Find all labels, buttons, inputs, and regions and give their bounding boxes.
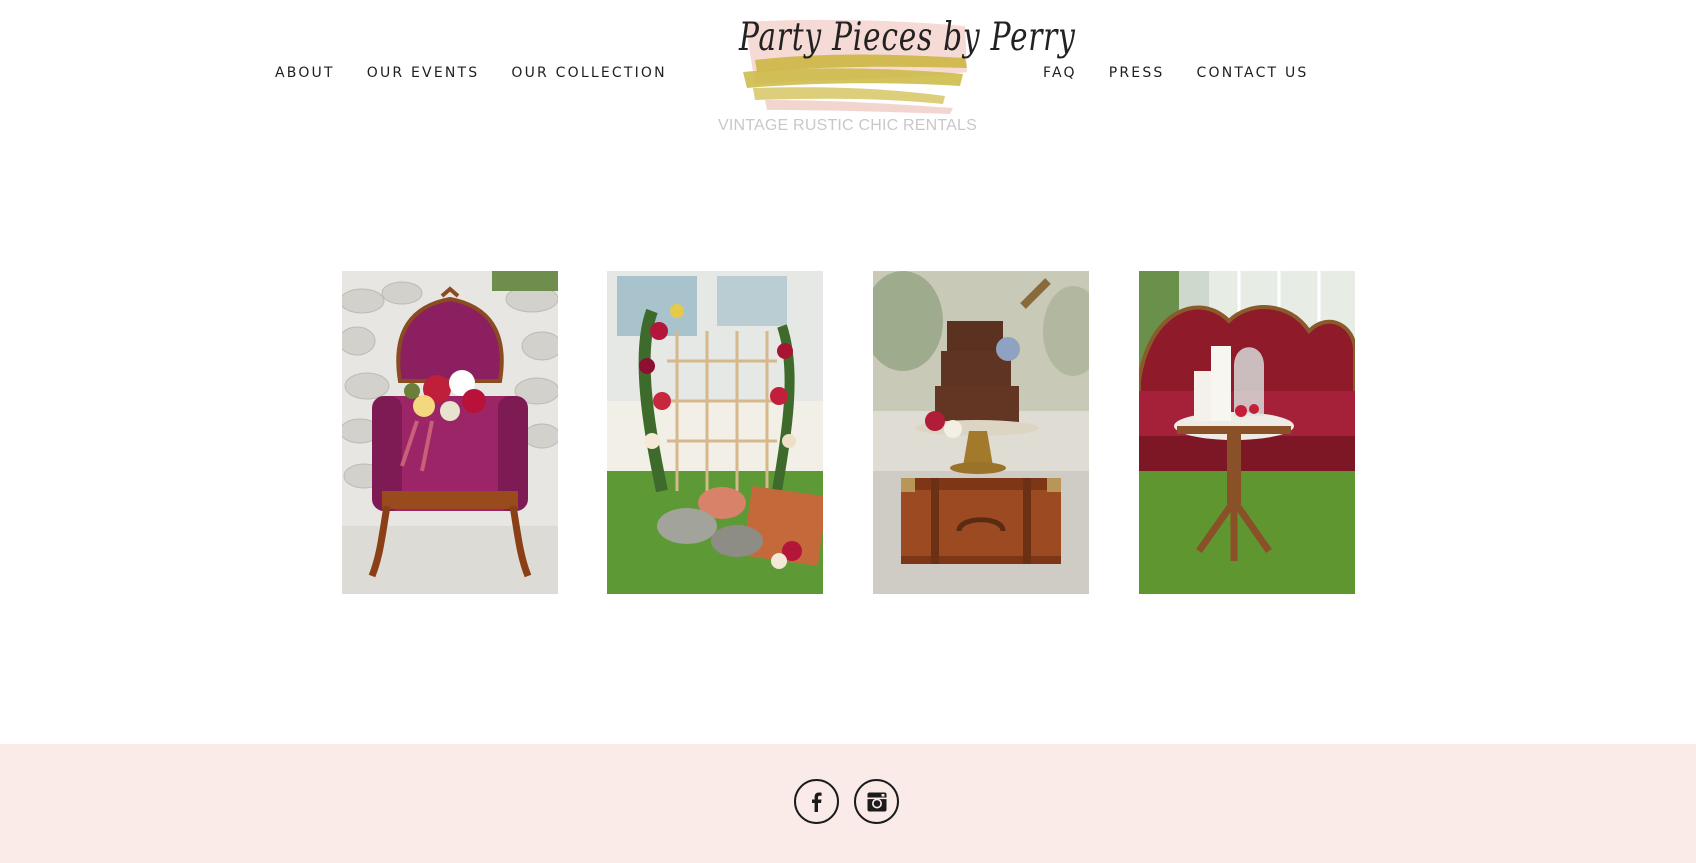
photo-gallery: [342, 271, 1356, 594]
facebook-icon: [811, 792, 822, 812]
nav-press-link[interactable]: PRESS: [1109, 63, 1165, 83]
velvet-armchair-photo[interactable]: [342, 271, 558, 594]
main-nav-left: ABOUT OUR EVENTS OUR COLLECTION: [275, 63, 699, 83]
logo-tagline: VINTAGE RUSTIC CHIC RENTALS: [717, 117, 978, 134]
settee-and-side-table-photo[interactable]: [1139, 271, 1355, 594]
site-header: ABOUT OUR EVENTS OUR COLLECTION Party Pi…: [0, 0, 1696, 150]
cake-on-suitcase-photo[interactable]: [873, 271, 1089, 594]
nav-contact-us-link[interactable]: CONTACT US: [1197, 63, 1309, 83]
logo-title: Party Pieces by Perry: [739, 15, 1076, 60]
site-footer: [0, 744, 1696, 863]
instagram-icon: [867, 792, 886, 811]
facebook-link[interactable]: [794, 779, 839, 824]
nav-about-link[interactable]: ABOUT: [275, 63, 335, 83]
main-nav-right: FAQ PRESS CONTACT US: [1043, 63, 1341, 83]
nav-our-collection-link[interactable]: OUR COLLECTION: [511, 63, 666, 83]
site-logo[interactable]: Party Pieces by Perry VINTAGE RUSTIC CHI…: [695, 0, 1076, 145]
floral-backdrop-photo[interactable]: [607, 271, 823, 594]
instagram-link[interactable]: [854, 779, 899, 824]
nav-faq-link[interactable]: FAQ: [1043, 63, 1077, 83]
nav-our-events-link[interactable]: OUR EVENTS: [367, 63, 480, 83]
